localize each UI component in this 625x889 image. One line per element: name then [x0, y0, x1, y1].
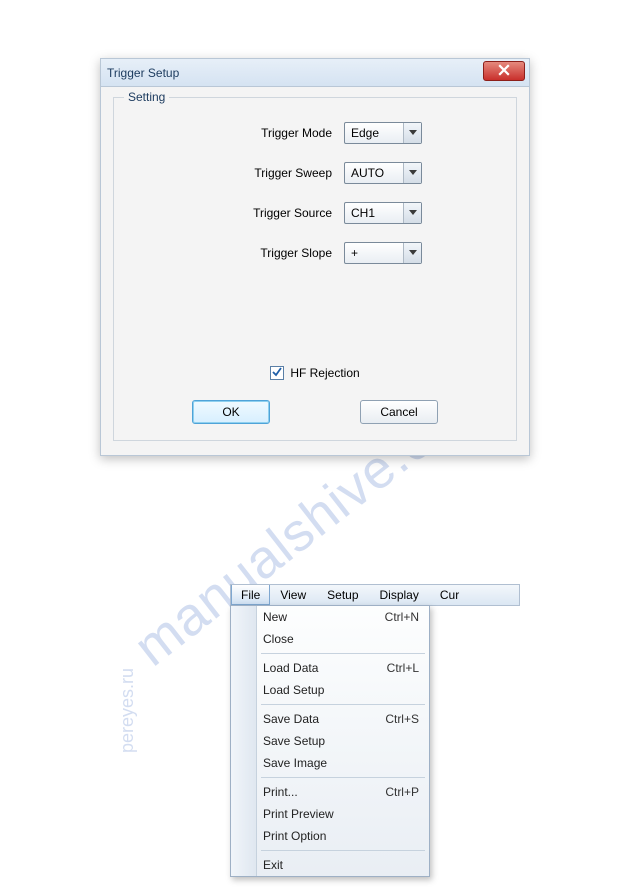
trigger-mode-label: Trigger Mode — [204, 126, 344, 140]
trigger-slope-label: Trigger Slope — [204, 246, 344, 260]
dropdown-item[interactable]: Load Data Ctrl+L — [231, 657, 429, 679]
dropdown-item[interactable]: New Ctrl+N — [231, 606, 429, 628]
dropdown-item-shortcut: Ctrl+N — [385, 610, 419, 624]
dropdown-item-label: New — [263, 610, 287, 624]
menu-separator — [261, 704, 425, 705]
cancel-button[interactable]: Cancel — [360, 400, 438, 424]
dropdown-item[interactable]: Save Image — [231, 752, 429, 774]
dialog-title: Trigger Setup — [107, 66, 179, 80]
chevron-down-icon — [403, 123, 421, 143]
menu-separator — [261, 850, 425, 851]
chevron-down-icon — [403, 203, 421, 223]
dropdown-item-label: Save Image — [263, 756, 327, 770]
menu-label: File — [241, 588, 260, 602]
trigger-sweep-value: AUTO — [351, 166, 384, 180]
dropdown-item[interactable]: Close — [231, 628, 429, 650]
ok-label: OK — [222, 405, 239, 419]
setting-group: Setting Trigger Mode Edge Trigger Sweep … — [113, 97, 517, 441]
menu-item-display[interactable]: Display — [370, 585, 430, 605]
menu-separator — [261, 653, 425, 654]
trigger-slope-select[interactable]: + — [344, 242, 422, 264]
menu-label: View — [280, 588, 306, 602]
dropdown-item[interactable]: Print... Ctrl+P — [231, 781, 429, 803]
trigger-sweep-select[interactable]: AUTO — [344, 162, 422, 184]
dropdown-item-shortcut: Ctrl+P — [385, 785, 419, 799]
menu-label: Display — [380, 588, 419, 602]
dropdown-item-label: Load Data — [263, 661, 318, 675]
dropdown-item-label: Save Data — [263, 712, 319, 726]
menu-item-file[interactable]: File — [231, 585, 270, 605]
watermark-side: pereyes.ru — [117, 668, 138, 753]
dialog-titlebar: Trigger Setup — [101, 59, 529, 87]
dropdown-item[interactable]: Exit — [231, 854, 429, 876]
hf-rejection-label: HF Rejection — [290, 366, 359, 380]
trigger-sweep-label: Trigger Sweep — [204, 166, 344, 180]
trigger-slope-value: + — [351, 246, 358, 260]
dropdown-item-shortcut: Ctrl+L — [387, 661, 419, 675]
menu-label: Setup — [327, 588, 358, 602]
dropdown-item-label: Close — [263, 632, 294, 646]
dropdown-item[interactable]: Load Setup — [231, 679, 429, 701]
checkmark-icon — [272, 366, 282, 380]
dropdown-item-label: Exit — [263, 858, 283, 872]
trigger-source-select[interactable]: CH1 — [344, 202, 422, 224]
hf-rejection-checkbox[interactable] — [270, 366, 284, 380]
cancel-label: Cancel — [380, 405, 417, 419]
menu-item-view[interactable]: View — [270, 585, 317, 605]
dropdown-item[interactable]: Save Data Ctrl+S — [231, 708, 429, 730]
dropdown-item[interactable]: Save Setup — [231, 730, 429, 752]
menu-bar: File View Setup Display Cur — [230, 584, 520, 606]
dropdown-item-shortcut: Ctrl+S — [385, 712, 419, 726]
chevron-down-icon — [403, 243, 421, 263]
dropdown-item-label: Load Setup — [263, 683, 324, 697]
menu-separator — [261, 777, 425, 778]
trigger-source-value: CH1 — [351, 206, 375, 220]
dropdown-item[interactable]: Print Option — [231, 825, 429, 847]
trigger-mode-select[interactable]: Edge — [344, 122, 422, 144]
trigger-mode-value: Edge — [351, 126, 379, 140]
menu-label: Cur — [440, 588, 459, 602]
ok-button[interactable]: OK — [192, 400, 270, 424]
dropdown-item-label: Print Preview — [263, 807, 334, 821]
menu-item-setup[interactable]: Setup — [317, 585, 369, 605]
trigger-setup-dialog: Trigger Setup Setting Trigger Mode Edge … — [100, 58, 530, 456]
dropdown-item[interactable]: Print Preview — [231, 803, 429, 825]
menu-item-cur[interactable]: Cur — [430, 585, 470, 605]
trigger-source-label: Trigger Source — [204, 206, 344, 220]
group-legend: Setting — [124, 90, 169, 104]
dropdown-item-label: Print Option — [263, 829, 326, 843]
chevron-down-icon — [403, 163, 421, 183]
close-button[interactable] — [483, 61, 525, 81]
file-dropdown: New Ctrl+N Close Load Data Ctrl+L Load Setup S… — [230, 605, 430, 877]
dropdown-item-label: Save Setup — [263, 734, 325, 748]
close-icon — [498, 64, 510, 79]
dropdown-item-label: Print... — [263, 785, 298, 799]
menu-region: File View Setup Display Cur New Ctrl+N Clo… — [230, 584, 520, 877]
